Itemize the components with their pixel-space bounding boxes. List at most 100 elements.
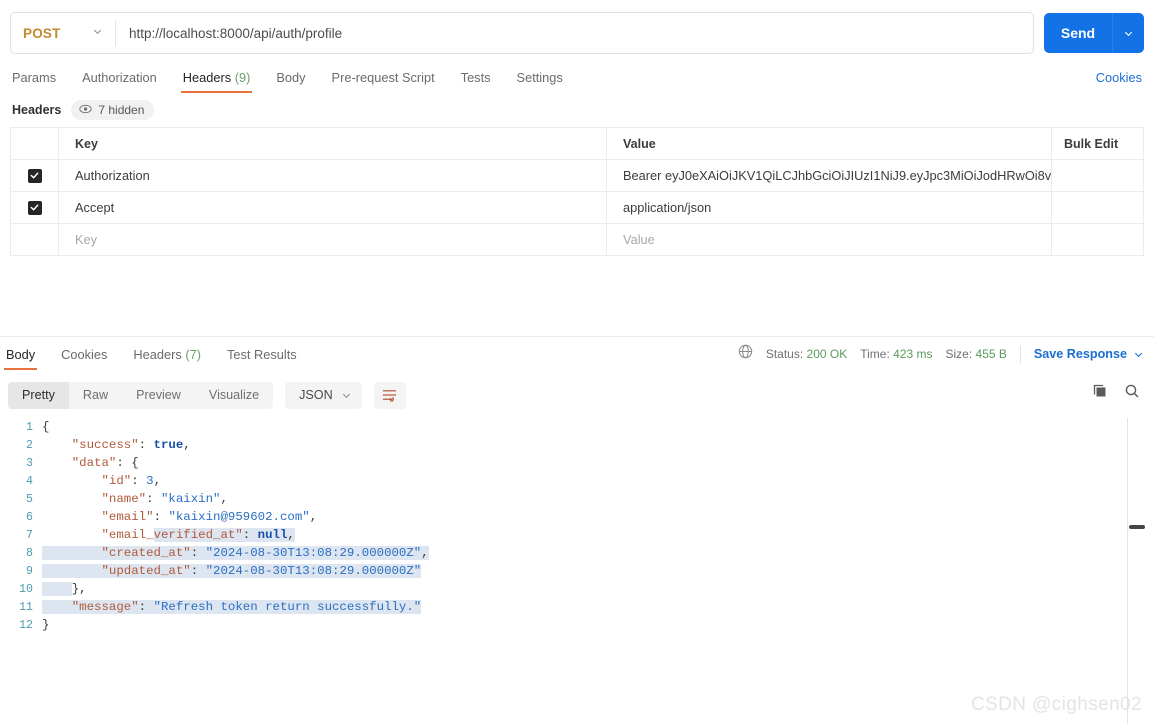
tab-label: Settings (516, 70, 563, 85)
headers-subbar: Headers 7 hidden (12, 100, 155, 120)
status-value: 200 OK (806, 347, 848, 361)
send-button[interactable]: Send (1044, 13, 1112, 53)
row-key-text: Accept (75, 200, 115, 215)
copy-icon[interactable] (1092, 383, 1108, 404)
tab-body[interactable]: Body (276, 70, 305, 93)
row-key-cell[interactable]: Accept (59, 192, 607, 223)
pane-splitter[interactable] (0, 336, 1154, 337)
tab-tests[interactable]: Tests (461, 70, 491, 93)
response-format-dropdown[interactable]: JSON (285, 381, 362, 409)
status-label: Status: (765, 347, 804, 361)
hidden-headers-toggle[interactable]: 7 hidden (71, 100, 155, 120)
code-token: : (190, 564, 206, 578)
row-key-text: Authorization (75, 168, 150, 183)
row-key-cell[interactable]: Authorization (59, 160, 607, 191)
resp-tab-headers[interactable]: Headers (7) (133, 347, 201, 370)
save-response-label: Save Response (1033, 347, 1127, 361)
code-right-rule (1127, 418, 1128, 724)
row-check-cell (11, 192, 59, 223)
code-token: } (42, 618, 50, 632)
url-bar: POST http://localhost:8000/api/auth/prof… (10, 12, 1144, 54)
table-header-row: Key Value Bulk Edit (11, 128, 1143, 160)
code-token: null (257, 528, 288, 542)
tab-authorization[interactable]: Authorization (82, 70, 157, 93)
code-token: , (421, 546, 429, 560)
row-checkbox[interactable] (27, 168, 42, 183)
new-key-cell[interactable]: Key (59, 224, 607, 255)
view-mode-segmented: Pretty Raw Preview Visualize (8, 381, 274, 409)
view-mode-pretty[interactable]: Pretty (8, 381, 69, 409)
tab-headers[interactable]: Headers (9) (180, 70, 252, 93)
scrollbar-thumb[interactable] (1129, 525, 1145, 529)
tab-settings[interactable]: Settings (517, 70, 563, 93)
code-token: }, (71, 582, 87, 596)
resp-tab-body[interactable]: Body (3, 347, 38, 370)
code-line: 4 "id": 3, (0, 472, 1154, 490)
code-token (42, 546, 102, 560)
headers-table: Key Value Bulk Edit Authorization Bearer… (10, 127, 1144, 256)
code-token (42, 582, 72, 596)
table-row-empty: Key Value (11, 224, 1143, 256)
code-token: "email" (101, 510, 154, 524)
table-row: Authorization Bearer eyJ0eXAiOiJKV1QiLCJ… (11, 160, 1143, 192)
size-value: 455 B (975, 347, 1007, 361)
response-right-tools (1092, 383, 1140, 404)
meta-divider (1019, 345, 1021, 363)
size-label: Size: (945, 347, 973, 361)
code-line: 1{ (0, 418, 1154, 436)
tab-label: Authorization (82, 70, 157, 85)
resp-tab-test-results[interactable]: Test Results (227, 347, 297, 370)
code-token: , (153, 474, 161, 488)
search-icon[interactable] (1124, 383, 1140, 404)
view-mode-preview[interactable]: Preview (122, 382, 195, 409)
row-checkbox[interactable] (27, 200, 42, 215)
tab-count: (9) (234, 70, 251, 85)
header-check-col (11, 128, 59, 159)
headers-section-title: Headers (12, 103, 62, 117)
send-options-button[interactable] (1112, 13, 1144, 53)
code-line: 7 "email_verified_at": null, (0, 526, 1154, 544)
send-group: Send (1044, 13, 1144, 53)
hidden-headers-label: 7 hidden (98, 103, 145, 117)
row-check-cell (11, 224, 59, 255)
view-mode-raw[interactable]: Raw (69, 382, 122, 409)
code-token: verified_at" (153, 528, 243, 542)
row-value-text: application/json (623, 200, 712, 215)
tab-pre-request-script[interactable]: Pre-request Script (332, 70, 435, 93)
tab-label: Params (12, 70, 57, 85)
resp-tab-cookies[interactable]: Cookies (61, 347, 107, 370)
col-key-label: Key (75, 136, 98, 151)
tab-label: Headers (133, 347, 182, 362)
wrap-lines-button[interactable] (373, 381, 406, 409)
tab-params[interactable]: Params (12, 70, 56, 93)
response-body-code[interactable]: 1{2 "success": true, 3 "data": {4 "id": 3… (0, 418, 1154, 724)
url-input-wrap: POST http://localhost:8000/api/auth/prof… (10, 12, 1034, 54)
bulk-edit-button[interactable]: Bulk Edit (1064, 137, 1118, 151)
code-token: : (242, 528, 258, 542)
save-response-button[interactable]: Save Response (1034, 347, 1144, 361)
tab-label: Pre-request Script (331, 70, 435, 85)
new-value-cell[interactable]: Value (607, 224, 1052, 255)
line-content: "created_at": "2024-08-30T13:08:29.00000… (42, 546, 429, 560)
row-value-cell[interactable]: application/json (607, 192, 1052, 223)
url-input[interactable]: http://localhost:8000/api/auth/profile (116, 26, 1033, 41)
code-line: 5 "name": "kaixin", (0, 490, 1154, 508)
code-token: "data" (71, 456, 117, 470)
tab-count: (7) (185, 347, 201, 362)
line-number: 5 (26, 492, 33, 506)
cookies-link[interactable]: Cookies (1096, 70, 1142, 85)
view-mode-visualize[interactable]: Visualize (195, 382, 273, 409)
code-token: "kaixin@959602.com" (168, 510, 310, 524)
code-token: "success" (71, 438, 139, 452)
code-token: , (309, 510, 318, 524)
line-content: "email_verified_at": null, (42, 528, 295, 542)
http-method-label: POST (23, 25, 61, 41)
row-value-cell[interactable]: Bearer eyJ0eXAiOiJKV1QiLCJhbGciOiJIUzI1N… (607, 160, 1052, 191)
tab-label: Tests (460, 70, 491, 85)
http-method-dropdown[interactable]: POST (11, 13, 115, 53)
code-token: : (138, 600, 154, 614)
line-content: }, (42, 582, 87, 596)
